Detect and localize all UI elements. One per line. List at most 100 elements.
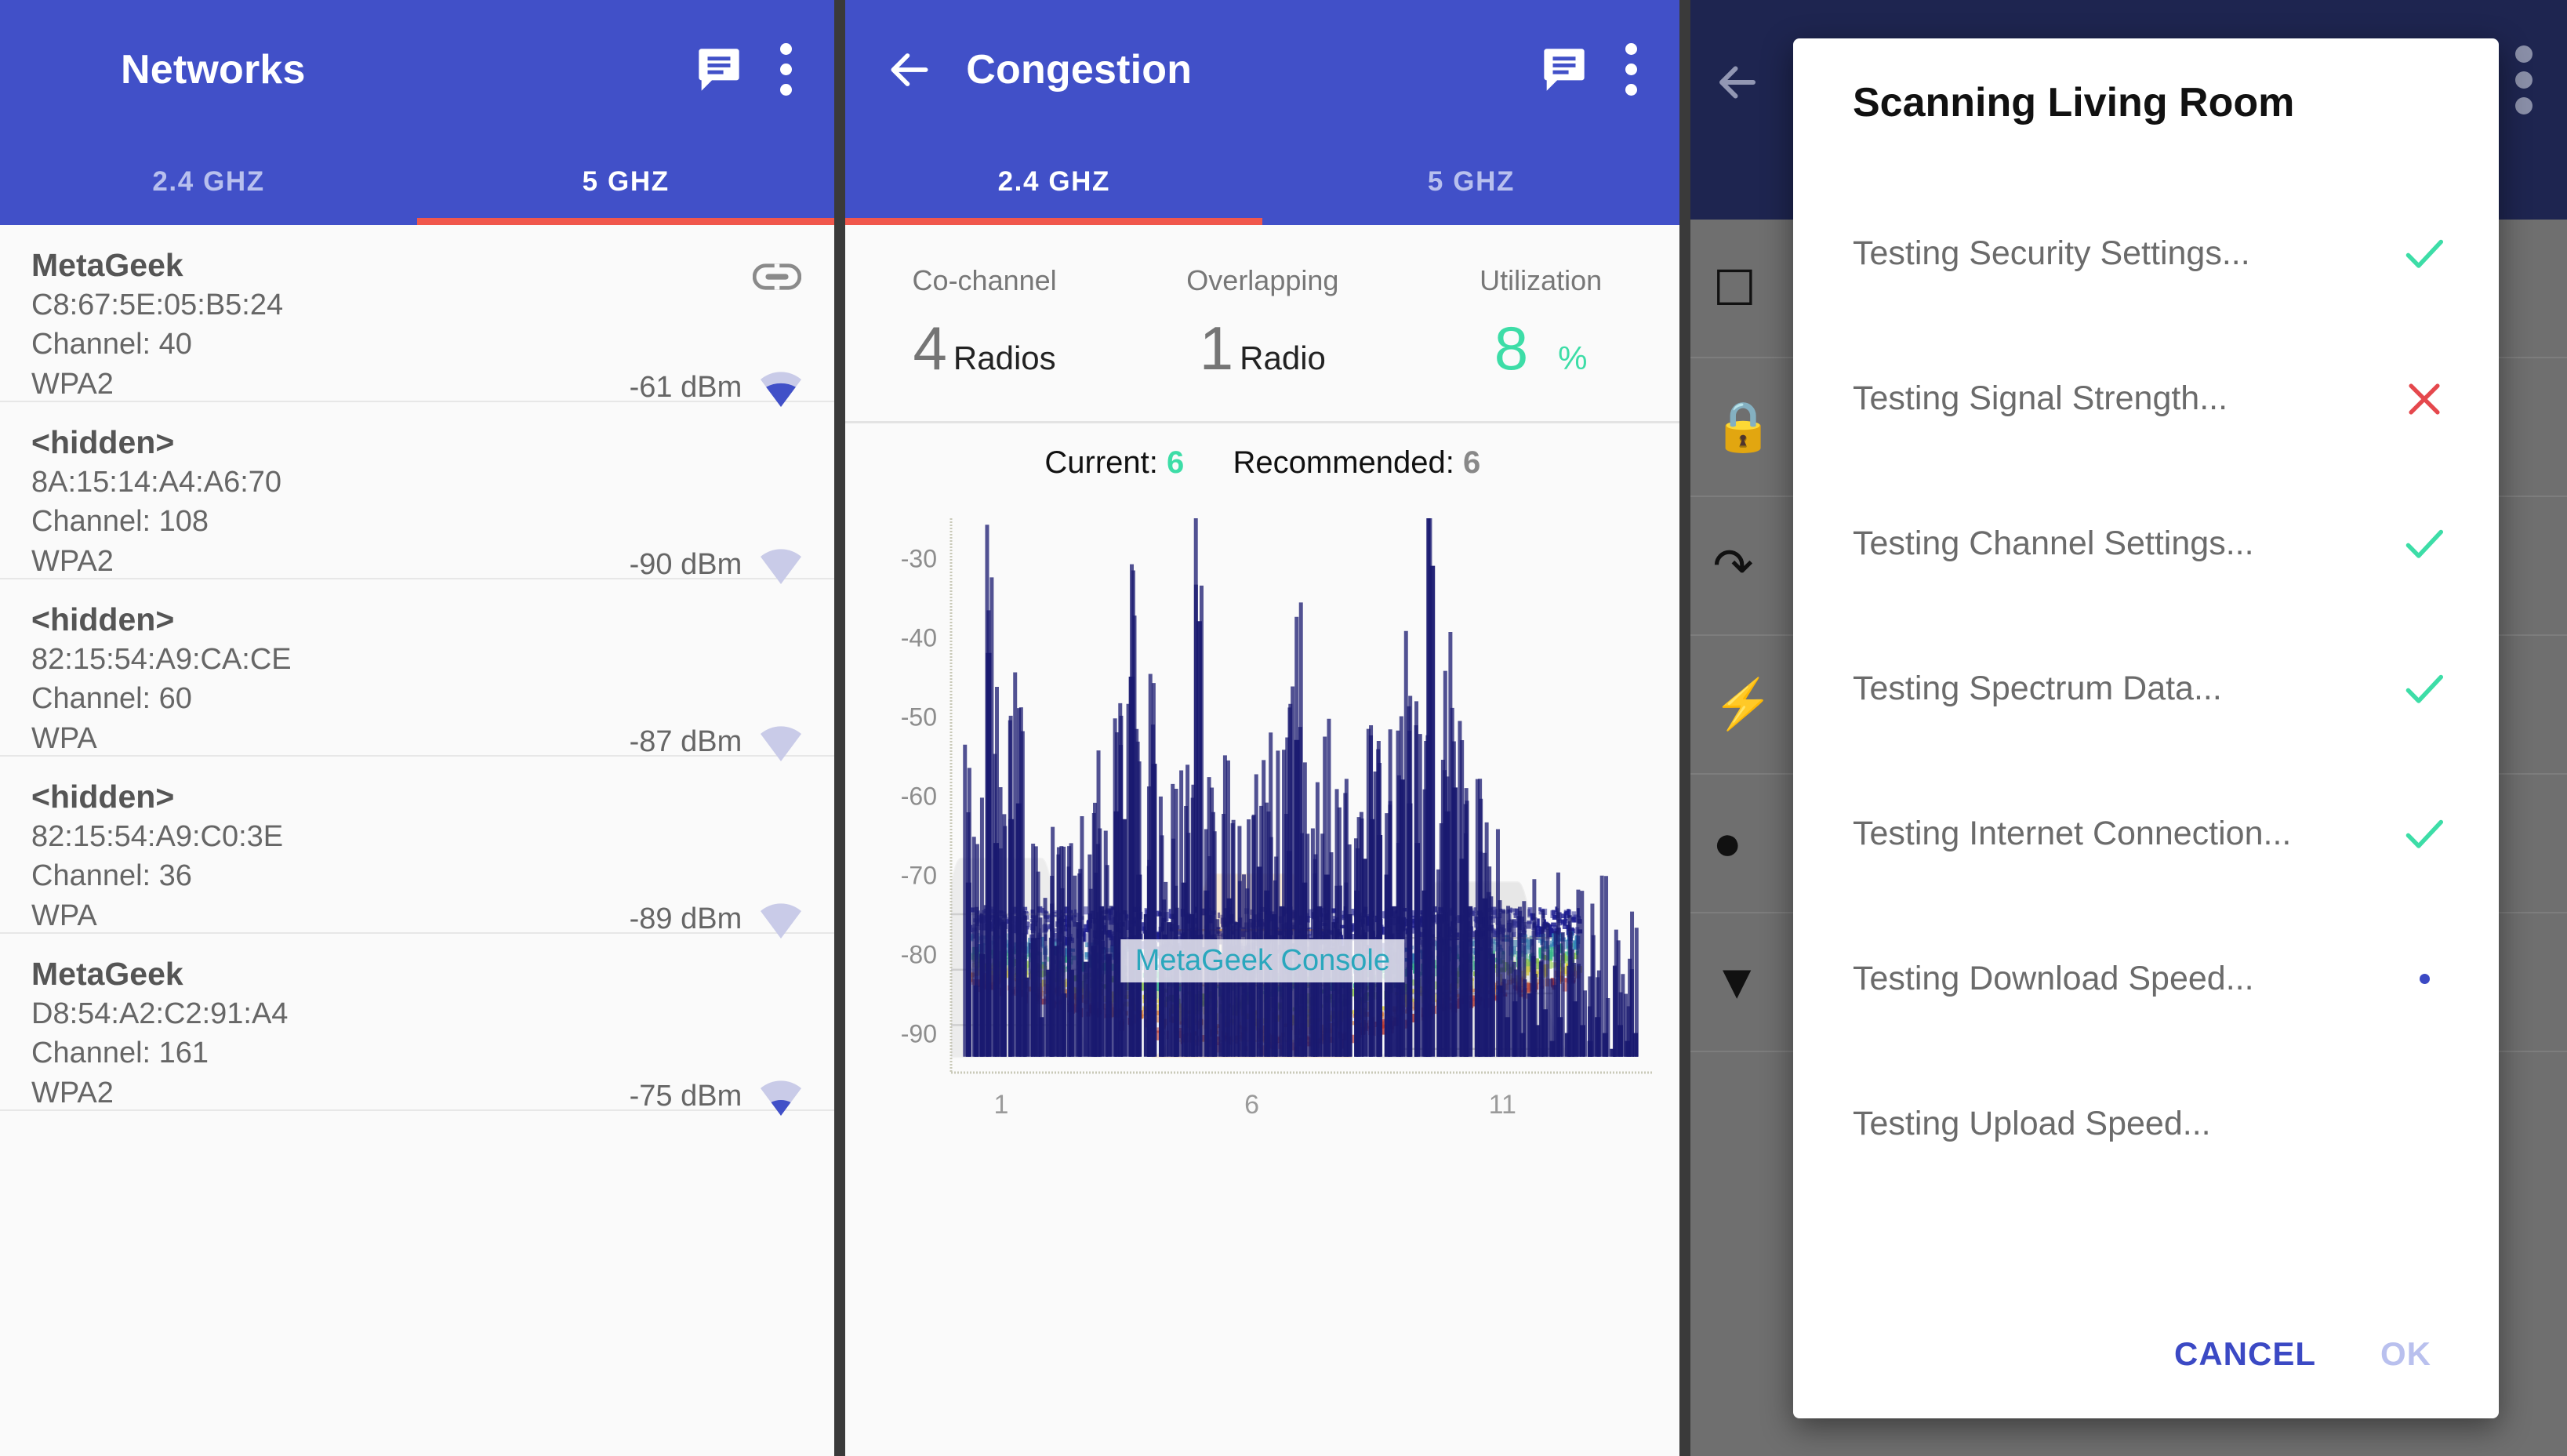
more-vert-icon[interactable] — [1617, 43, 1645, 96]
congestion-appbar-actions — [1543, 43, 1645, 96]
feedback-icon[interactable] — [698, 47, 740, 93]
more-vert-icon[interactable] — [2515, 45, 2533, 114]
dialog-test-list: Testing Security Settings... Testing Sig… — [1853, 181, 2460, 1335]
progress-dot-icon — [2419, 974, 2430, 984]
back-arrow-icon[interactable] — [1714, 59, 1761, 106]
ok-button[interactable]: OK — [2380, 1335, 2431, 1373]
network-bssid: D8:54:A2:C2:91:A4 — [31, 997, 289, 1031]
svg-text:6: 6 — [1244, 1090, 1259, 1120]
network-dbm: -90 dBm — [629, 547, 743, 581]
stat-label: Overlapping — [1186, 264, 1339, 296]
network-ssid: <hidden> — [31, 601, 175, 637]
test-label: Testing Security Settings... — [1853, 234, 2250, 272]
status-badge — [2389, 974, 2460, 984]
network-dbm: -87 dBm — [629, 724, 743, 758]
panel-divider — [834, 0, 846, 1456]
table-row[interactable]: MetaGeek C8:67:5E:05:B5:24 Channel: 40 W… — [0, 225, 835, 407]
feedback-icon[interactable] — [1543, 47, 1585, 93]
wifi-signal-icon — [759, 545, 803, 584]
list-item-icon: ☐ — [1712, 262, 1757, 316]
networks-appbar: Networks — [0, 0, 835, 139]
wifi-signal-icon — [759, 899, 803, 939]
congestion-stats: Co-channel 4 Radios Overlapping 1 Radio … — [845, 225, 1680, 423]
close-icon — [2409, 383, 2440, 415]
hamburger-icon[interactable] — [34, 40, 94, 100]
stat-value: 4 — [913, 314, 947, 383]
tab-2-4ghz[interactable]: 2.4 GHZ — [845, 139, 1262, 225]
network-ssid: <hidden> — [31, 779, 175, 815]
status-badge — [2389, 666, 2460, 712]
chart-watermark: MetaGeek Console — [1120, 939, 1404, 982]
stat-unit: Radio — [1240, 339, 1326, 376]
tab-indicator — [845, 218, 1263, 225]
list-item-icon: ↷ — [1712, 539, 1754, 594]
networks-appbar-actions — [698, 43, 800, 96]
recommended-value: 6 — [1463, 445, 1481, 480]
list-item: Testing Internet Connection... — [1853, 761, 2460, 906]
network-channel: Channel: 161 — [31, 1037, 209, 1070]
svg-text:-40: -40 — [901, 624, 937, 652]
test-label: Testing Upload Speed... — [1853, 1105, 2211, 1142]
status-badge — [2389, 231, 2460, 277]
table-row[interactable]: <hidden> 82:15:54:A9:C0:3E Channel: 36 W… — [0, 757, 835, 939]
spectrum-chart[interactable]: -30 -40 -50 -60 -70 -80 -90 1 6 11 MetaGeek Conso… — [845, 488, 1680, 1147]
spectrum-chart-canvas: -30 -40 -50 -60 -70 -80 -90 1 6 11 — [845, 504, 1680, 1147]
cancel-button[interactable]: CANCEL — [2174, 1335, 2316, 1373]
list-item-icon: ⚡ — [1712, 677, 1774, 732]
list-item-icon: 🔒 — [1712, 400, 1774, 454]
table-row[interactable]: <hidden> 82:15:54:A9:CA:CE Channel: 60 W… — [0, 579, 835, 761]
test-label: Testing Channel Settings... — [1853, 525, 2254, 562]
list-item-icon: ● — [1712, 816, 1742, 870]
network-signal-group: -61 dBm — [630, 368, 804, 407]
more-vert-icon[interactable] — [772, 43, 800, 96]
check-icon — [2405, 819, 2444, 848]
tab-indicator — [417, 218, 835, 225]
network-channel: Channel: 36 — [31, 859, 192, 893]
network-dbm: -89 dBm — [629, 902, 743, 935]
link-icon — [753, 263, 802, 291]
test-label: Testing Internet Connection... — [1853, 815, 2292, 852]
congestion-tabs: 2.4 GHZ 5 GHZ — [845, 139, 1680, 225]
test-label: Testing Download Speed... — [1853, 960, 2254, 997]
panel-divider — [1679, 0, 1691, 1456]
network-channel: Channel: 108 — [31, 505, 209, 539]
network-signal-group: -75 dBm — [630, 1077, 804, 1116]
table-row[interactable]: MetaGeek D8:54:A2:C2:91:A4 Channel: 161 … — [0, 934, 835, 1116]
test-label: Testing Spectrum Data... — [1853, 670, 2222, 707]
status-badge — [2389, 812, 2460, 857]
dialog-title: Scanning Living Room — [1853, 80, 2295, 125]
list-item: Testing Channel Settings... — [1853, 471, 2460, 616]
back-arrow-icon[interactable] — [880, 40, 939, 100]
status-badge — [2389, 378, 2460, 420]
table-row[interactable]: <hidden> 8A:15:14:A4:A6:70 Channel: 108 … — [0, 402, 835, 584]
page-title: Networks — [121, 46, 306, 93]
tab-5ghz[interactable]: 5 GHZ — [417, 139, 834, 225]
stat-utilization: Utilization 8 % — [1402, 264, 1680, 379]
congestion-panel: Congestion 2.4 GHZ 5 GHZ Co-channel 4 Ra… — [845, 0, 1680, 1456]
stat-label: Co-channel — [912, 264, 1057, 296]
tab-2-4ghz[interactable]: 2.4 GHZ — [0, 139, 417, 225]
list-item: Testing Download Speed... — [1853, 906, 2460, 1051]
networks-tabs: 2.4 GHZ 5 GHZ — [0, 139, 835, 225]
stat-value: 8 — [1494, 314, 1529, 383]
network-channel: Channel: 60 — [31, 682, 192, 716]
svg-text:-60: -60 — [901, 782, 937, 811]
network-dbm: -75 dBm — [629, 1079, 743, 1113]
status-badge — [2389, 521, 2460, 567]
network-list[interactable]: MetaGeek C8:67:5E:05:B5:24 Channel: 40 W… — [0, 225, 835, 1116]
network-signal-group: -89 dBm — [630, 899, 804, 939]
check-icon — [2405, 674, 2444, 703]
network-signal-group: -90 dBm — [630, 545, 804, 584]
current-label: Current: — [1044, 445, 1158, 480]
networks-panel: Networks 2.4 GHZ 5 GHZ MetaGeek C8:67:5E… — [0, 0, 835, 1456]
list-item: Testing Upload Speed... — [1853, 1051, 2460, 1196]
wifi-signal-icon — [759, 368, 803, 407]
network-bssid: 8A:15:14:A4:A6:70 — [31, 466, 282, 499]
stat-unit: % — [1558, 339, 1588, 376]
network-ssid: <hidden> — [31, 424, 175, 460]
tab-5ghz[interactable]: 5 GHZ — [1262, 139, 1679, 225]
stat-co-channel: Co-channel 4 Radios — [845, 264, 1124, 379]
channel-recommendation: Current: 6 Recommended: 6 — [845, 423, 1680, 488]
svg-text:-30: -30 — [901, 545, 937, 573]
check-icon — [2405, 239, 2444, 268]
